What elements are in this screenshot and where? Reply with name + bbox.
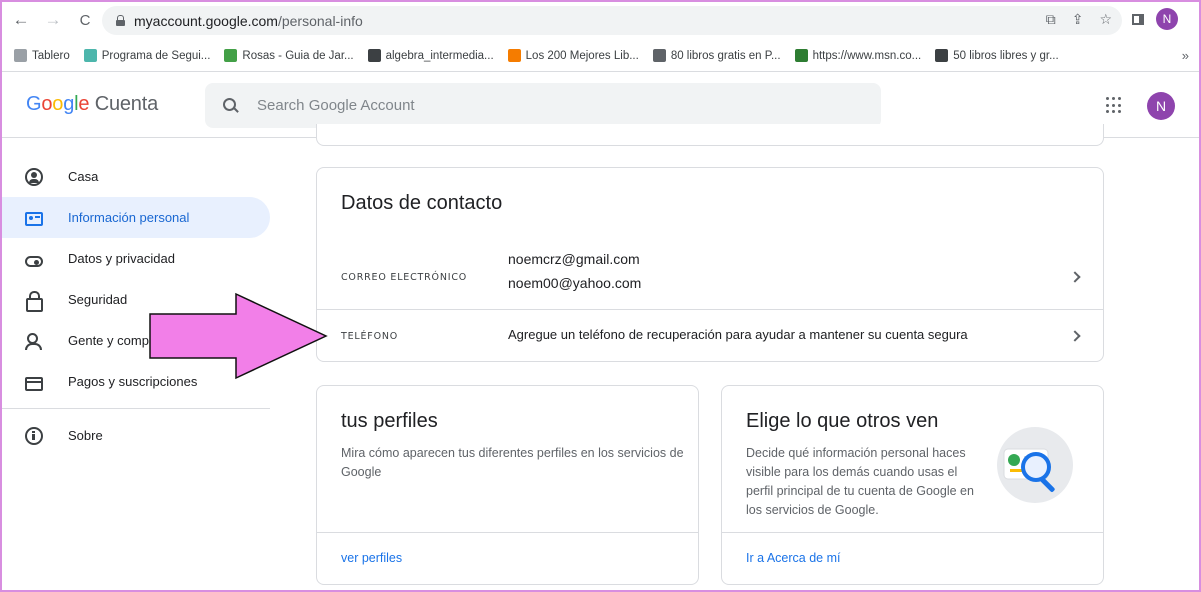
bookmarks-bar: Tablero Programa de Segui... Rosas - Guia … [0, 40, 1201, 72]
home-icon [25, 167, 43, 186]
sidebar-item-label: Información personal [68, 210, 190, 225]
sidebar-item-datos-privacidad[interactable]: Datos y privacidad [0, 238, 270, 279]
email-label: CORREO ELECTRÓNICO [341, 272, 468, 283]
chevron-right-icon [1069, 330, 1081, 342]
email-secondary: noem00@yahoo.com [508, 275, 642, 291]
bookmark-favicon-icon [794, 49, 808, 62]
search-icon[interactable] [223, 98, 238, 113]
phone-label: TELÉFONO [341, 331, 399, 342]
bookmark-label: algebra_intermedia... [385, 49, 494, 62]
email-primary: noemcrz@gmail.com [508, 251, 640, 267]
sidebar-item-label: Seguridad [68, 292, 128, 307]
address-bar[interactable]: myaccount.google.com/personal-info ⧉ ⇪ ☆ [102, 6, 1122, 35]
profile-search-illustration-icon [997, 427, 1073, 503]
reload-icon[interactable]: C [72, 7, 98, 33]
about-me-link[interactable]: Ir a Acerca de mí [722, 532, 1103, 584]
bookmark-label: 50 libros libres y gr... [953, 49, 1059, 62]
sidebar-divider [0, 408, 270, 409]
sidebar-item-informacion-personal[interactable]: Información personal [0, 197, 270, 238]
bookmark-item[interactable]: Tablero [14, 49, 70, 62]
kebab-menu-icon[interactable]: ⋮ [1194, 9, 1201, 29]
bookmark-favicon-icon [935, 49, 949, 62]
bookmark-item[interactable]: algebra_intermedia... [367, 49, 494, 62]
profile-avatar[interactable]: N [1156, 8, 1178, 30]
bookmark-item[interactable]: Los 200 Mejores Lib... [507, 49, 639, 62]
bookmark-label: Los 200 Mejores Lib... [525, 49, 639, 62]
bookmark-favicon-icon [224, 49, 238, 62]
bookmark-favicon-icon [507, 49, 521, 62]
account-avatar[interactable]: N [1147, 92, 1175, 120]
sidebar-item-casa[interactable]: Casa [0, 156, 270, 197]
id-card-icon [25, 211, 43, 226]
annotation-arrow-icon [149, 292, 328, 380]
card-description: Mira cómo aparecen tus diferentes perfil… [341, 446, 684, 479]
bookmark-item[interactable]: Programa de Segui... [83, 49, 211, 62]
phone-row[interactable]: TELÉFONO Agregue un teléfono de recupera… [317, 310, 1103, 362]
url-host: myaccount.google.com [134, 12, 278, 29]
side-panel-icon[interactable] [1132, 13, 1144, 25]
lock-icon[interactable] [116, 15, 125, 26]
bookmark-favicon-icon [83, 49, 97, 62]
url-path: /personal-info [277, 12, 363, 29]
bookmark-favicon-icon [652, 49, 666, 62]
forward-icon[interactable]: → [40, 7, 66, 33]
share-icon[interactable]: ⇪ [1072, 11, 1084, 28]
bookmark-label: https://www.msn.co... [812, 49, 922, 62]
logo-google-word: Google [26, 93, 90, 115]
card-title: Elige lo que otros ven [746, 410, 939, 432]
chevron-right-icon [1069, 271, 1081, 283]
view-profiles-link[interactable]: ver perfiles [317, 532, 698, 584]
bookmark-label: Programa de Segui... [101, 49, 211, 62]
sidebar-item-label: Sobre [68, 428, 103, 443]
bookmarks-overflow-icon[interactable]: » [1182, 48, 1189, 63]
bookmark-item[interactable]: 50 libros libres y gr... [935, 49, 1059, 62]
lock-icon [25, 290, 43, 312]
bookmark-item[interactable]: https://www.msn.co... [794, 49, 922, 62]
star-icon[interactable]: ☆ [1099, 11, 1112, 28]
payment-card-icon [25, 376, 43, 391]
google-account-logo[interactable]: Google Cuenta [26, 93, 158, 116]
card-title: tus perfiles [341, 410, 438, 432]
bookmark-favicon-icon [367, 49, 381, 62]
info-icon [25, 426, 43, 445]
bookmark-label: Tablero [32, 49, 70, 62]
search-box[interactable] [205, 83, 881, 128]
card-title: Datos de contacto [341, 192, 503, 214]
bookmark-label: 80 libros gratis en P... [670, 49, 781, 62]
bookmark-label: Rosas - Guia de Jar... [242, 49, 354, 62]
people-icon [25, 332, 43, 350]
search-input[interactable] [257, 97, 817, 114]
email-row[interactable]: CORREO ELECTRÓNICO noemcrz@gmail.com noe… [317, 244, 1103, 310]
toggle-icon [25, 256, 43, 267]
phone-value: Agregue un teléfono de recuperación para… [508, 327, 968, 342]
translate-icon[interactable]: ⧉ [1046, 11, 1056, 28]
sidebar-item-label: Casa [68, 169, 99, 184]
browser-toolbar: ← → C myaccount.google.com/personal-info… [0, 0, 1201, 40]
apps-grid-icon[interactable] [1106, 97, 1123, 114]
card-description: Decide qué información personal haces vi… [746, 446, 974, 517]
sidebar-item-sobre[interactable]: Sobre [0, 415, 270, 456]
logo-suffix: Cuenta [94, 93, 159, 115]
bookmark-favicon-icon [14, 49, 27, 62]
bookmark-item[interactable]: Rosas - Guia de Jar... [224, 49, 354, 62]
visibility-card: Elige lo que otros ven Decide qué inform… [721, 385, 1104, 585]
sidebar-item-label: Datos y privacidad [68, 251, 175, 266]
bookmark-item[interactable]: 80 libros gratis en P... [652, 49, 781, 62]
back-icon[interactable]: ← [8, 7, 34, 33]
profiles-card: tus perfiles Mira cómo aparecen tus dife… [316, 385, 699, 585]
contact-info-card: Datos de contacto CORREO ELECTRÓNICO noe… [316, 167, 1104, 362]
previous-card-stub [316, 124, 1104, 146]
